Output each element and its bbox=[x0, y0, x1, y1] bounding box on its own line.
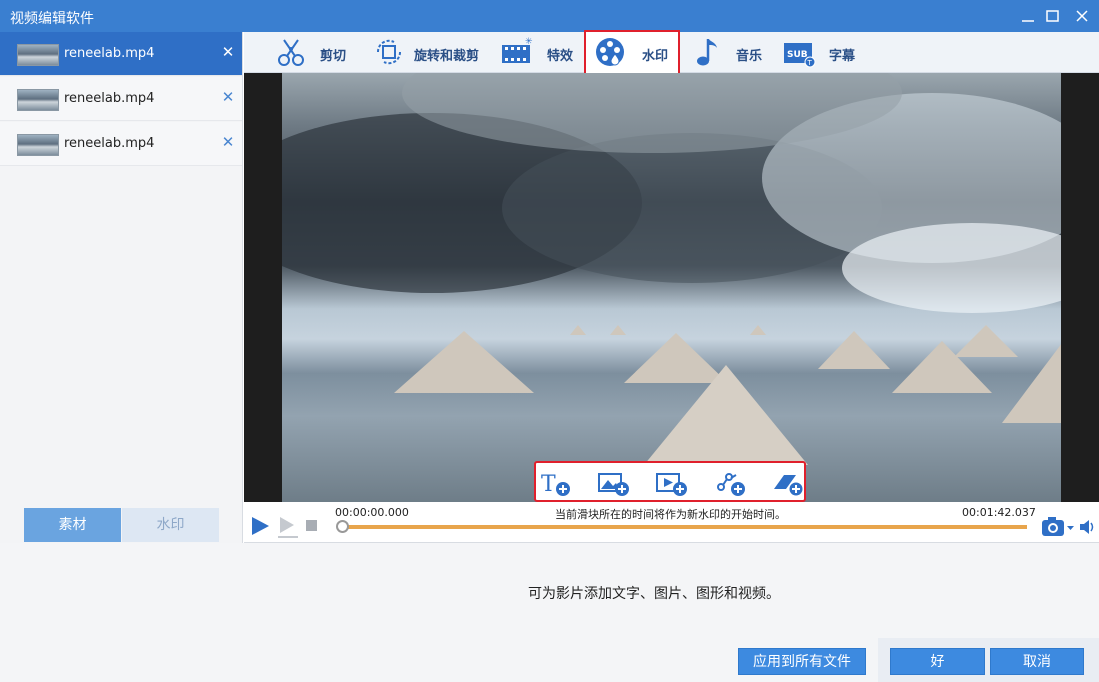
svg-text:T: T bbox=[541, 472, 556, 497]
video-frame bbox=[282, 73, 1061, 502]
timeline-hint: 当前滑块所在的时间将作为新水印的开始时间。 bbox=[555, 508, 786, 521]
music-note-icon bbox=[692, 36, 726, 68]
salt-pile bbox=[644, 365, 808, 465]
video-thumbnail bbox=[17, 134, 59, 156]
video-preview: ▾ T bbox=[244, 73, 1099, 502]
tool-label: 字幕 bbox=[829, 49, 856, 64]
svg-text:✳: ✳ bbox=[525, 37, 533, 47]
tool-subtitle[interactable]: SUB T 字幕 bbox=[782, 32, 862, 73]
tool-label: 特效 bbox=[547, 49, 574, 64]
salt-pile bbox=[570, 325, 586, 335]
rotate-crop-icon bbox=[372, 36, 406, 68]
salt-pile bbox=[1002, 343, 1061, 423]
total-time: 00:01:42.037 bbox=[962, 506, 1036, 519]
watermark-description: 可为影片添加文字、图片、图形和视频。 bbox=[528, 586, 780, 602]
current-time: 00:00:00.000 bbox=[335, 506, 409, 519]
video-thumbnail bbox=[17, 89, 59, 111]
file-list-panel: reneelab.mp4 ✕ reneelab.mp4 ✕ reneelab.m… bbox=[0, 32, 243, 543]
file-name: reneelab.mp4 bbox=[64, 46, 155, 61]
video-thumbnail bbox=[17, 44, 59, 66]
maximize-icon[interactable] bbox=[1040, 4, 1064, 28]
play-to-end-icon[interactable] bbox=[276, 515, 300, 543]
scissors-icon bbox=[274, 36, 308, 68]
tab-watermark[interactable]: 水印 bbox=[122, 508, 219, 542]
tool-label: 音乐 bbox=[736, 49, 763, 64]
tool-effects[interactable]: ✳ 特效 bbox=[500, 32, 578, 73]
timeline-track[interactable] bbox=[341, 525, 1027, 529]
remove-file-icon[interactable]: ✕ bbox=[219, 133, 237, 153]
minimize-icon[interactable] bbox=[1016, 4, 1040, 28]
watermark-reel-icon bbox=[594, 36, 628, 68]
file-name: reneelab.mp4 bbox=[64, 91, 155, 106]
window-title: 视频编辑软件 bbox=[10, 11, 94, 27]
remove-file-icon[interactable]: ✕ bbox=[219, 43, 237, 63]
svg-text:T: T bbox=[807, 59, 813, 67]
tool-label: 旋转和裁剪 bbox=[414, 49, 480, 64]
file-item[interactable]: reneelab.mp4 ✕ bbox=[0, 122, 242, 166]
add-text-watermark-icon[interactable]: T bbox=[540, 469, 572, 497]
tab-material[interactable]: 素材 bbox=[24, 508, 121, 542]
file-name: reneelab.mp4 bbox=[64, 136, 155, 151]
file-item[interactable]: reneelab.mp4 ✕ bbox=[0, 32, 242, 76]
timeline: 00:00:00.000 当前滑块所在的时间将作为新水印的开始时间。 00:01… bbox=[244, 502, 1099, 543]
file-item[interactable]: reneelab.mp4 ✕ bbox=[0, 77, 242, 121]
film-effects-icon: ✳ bbox=[500, 36, 534, 68]
salt-pile bbox=[610, 325, 626, 335]
timeline-slider-handle[interactable] bbox=[336, 520, 349, 533]
cancel-button[interactable]: 取消 bbox=[990, 648, 1084, 675]
volume-icon[interactable] bbox=[1079, 518, 1097, 540]
salt-pile bbox=[394, 331, 534, 393]
apply-to-all-button[interactable]: 应用到所有文件 bbox=[738, 648, 866, 675]
add-eraser-watermark-icon[interactable] bbox=[772, 469, 804, 497]
tool-music[interactable]: 音乐 bbox=[692, 32, 764, 73]
tool-label: 剪切 bbox=[320, 49, 347, 64]
salt-pile bbox=[750, 325, 766, 335]
edit-toolbar: 剪切 旋转和裁剪 ✳ 特效 水印 音乐 SUB T 字幕 bbox=[244, 30, 1099, 75]
add-video-watermark-icon[interactable] bbox=[656, 469, 688, 497]
camera-snapshot-icon[interactable] bbox=[1041, 516, 1077, 542]
play-icon[interactable] bbox=[250, 515, 270, 541]
remove-file-icon[interactable]: ✕ bbox=[219, 88, 237, 108]
svg-text:SUB: SUB bbox=[787, 50, 808, 60]
subtitle-icon: SUB T bbox=[782, 36, 816, 68]
close-icon[interactable] bbox=[1070, 4, 1094, 28]
tool-rotate-crop[interactable]: 旋转和裁剪 bbox=[372, 32, 488, 73]
title-bar: 视频编辑软件 bbox=[0, 0, 1099, 32]
tool-cut[interactable]: 剪切 bbox=[274, 32, 364, 73]
add-shape-watermark-icon[interactable] bbox=[714, 469, 746, 497]
stop-icon[interactable] bbox=[306, 520, 318, 536]
tool-label: 水印 bbox=[642, 49, 669, 64]
bottom-panel: 可为影片添加文字、图片、图形和视频。 应用到所有文件 好 取消 bbox=[0, 543, 1099, 682]
add-image-watermark-icon[interactable] bbox=[598, 469, 630, 497]
ok-button[interactable]: 好 bbox=[890, 648, 985, 675]
watermark-add-bar: T bbox=[534, 461, 806, 502]
salt-pile bbox=[818, 331, 890, 369]
tool-watermark[interactable]: 水印 bbox=[584, 30, 680, 75]
